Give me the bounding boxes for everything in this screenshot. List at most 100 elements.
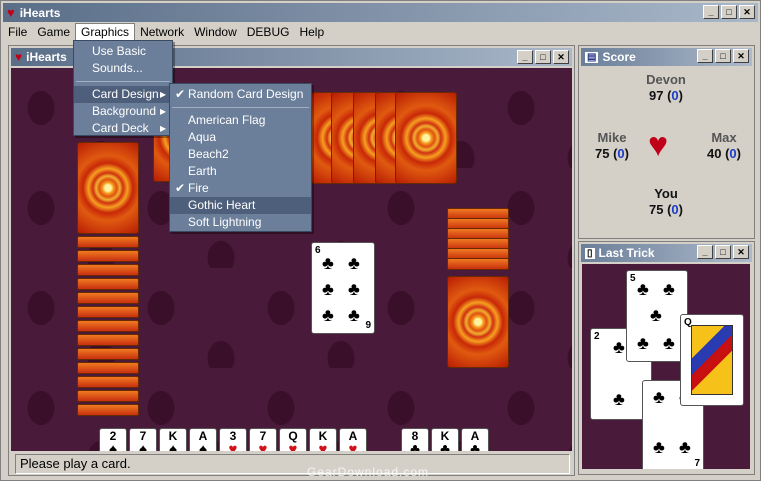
club-icon: ♣: [613, 337, 625, 357]
player-score-max: 40 (0): [707, 146, 741, 161]
score-title-bar: ▤ Score _ □ ✕: [581, 48, 752, 66]
club-icon: ♣: [653, 387, 665, 407]
hand-card[interactable]: K ♥: [309, 428, 337, 451]
score-close-button[interactable]: ✕: [733, 49, 749, 63]
trick-card: 5 ♣ ♣ ♣ ♣ ♣: [626, 270, 688, 362]
hand-card[interactable]: K ♣: [431, 428, 459, 451]
menu-item-soft-lightning[interactable]: Soft Lightning: [170, 214, 311, 231]
north-card-back: [395, 92, 457, 184]
spade-icon: ♠: [139, 441, 147, 451]
hand-card[interactable]: A ♣: [461, 428, 489, 451]
player-name-max: Max: [711, 130, 737, 145]
menu-separator: [172, 107, 309, 108]
close-button[interactable]: ✕: [739, 5, 755, 19]
player-name-mike: Mike: [597, 130, 627, 145]
hand-card[interactable]: A ♠: [189, 428, 217, 451]
card-icon: ▯: [585, 247, 595, 259]
checkmark-icon: ✔: [175, 87, 186, 101]
west-card-back: [77, 142, 139, 234]
menu-item-beach2[interactable]: Beach2: [170, 146, 311, 163]
score-maximize-button[interactable]: □: [715, 49, 731, 63]
card-design-submenu: ✔ Random Card Design American Flag Aqua B…: [169, 83, 312, 232]
menu-file[interactable]: File: [3, 23, 32, 41]
menu-window[interactable]: Window: [189, 23, 242, 41]
spade-icon: ♠: [109, 441, 117, 451]
chevron-right-icon: ▸: [159, 104, 166, 118]
minimize-button[interactable]: _: [703, 5, 719, 19]
east-card-edge: [447, 258, 509, 270]
hand-card[interactable]: K ♠: [159, 428, 187, 451]
club-icon: ♣: [322, 279, 334, 299]
menu-item-aqua[interactable]: Aqua: [170, 129, 311, 146]
west-card-edge: [77, 236, 139, 248]
menu-network[interactable]: Network: [135, 23, 189, 41]
heart-icon: ♥: [288, 441, 298, 451]
chevron-right-icon: ▸: [159, 87, 166, 101]
menu-item-sounds[interactable]: Sounds...: [74, 60, 172, 77]
club-icon: ♣: [410, 441, 420, 451]
club-icon: ♣: [679, 437, 691, 457]
menu-item-card-deck[interactable]: Card Deck ▸: [74, 120, 172, 137]
menu-debug[interactable]: DEBUG: [242, 23, 295, 41]
menu-item-background[interactable]: Background ▸: [74, 103, 172, 120]
hand-card[interactable]: 3 ♥: [219, 428, 247, 451]
player-score-devon: 97 (0): [649, 88, 683, 103]
player-name-you: You: [654, 186, 678, 201]
menu-item-use-basic[interactable]: Use Basic: [74, 43, 172, 60]
hand-card[interactable]: 2 ♠: [99, 428, 127, 451]
menu-bar: File Game Graphics Network Window DEBUG …: [3, 23, 758, 41]
player-score-you: 75 (0): [649, 202, 683, 217]
game-minimize-button[interactable]: _: [517, 50, 533, 64]
card-corner: 9: [365, 320, 371, 331]
menu-help[interactable]: Help: [294, 23, 329, 41]
west-card-edge: [77, 376, 139, 388]
hand-card[interactable]: 7 ♥: [249, 428, 277, 451]
chevron-right-icon: ▸: [159, 121, 166, 135]
club-icon: ♣: [653, 437, 665, 457]
club-icon: ♣: [348, 253, 360, 273]
west-card-edge: [77, 362, 139, 374]
west-card-edge: [77, 306, 139, 318]
heart-icon: ♥: [348, 441, 358, 451]
played-card: 6 ♣ ♣ ♣ ♣ ♣ ♣ 9: [311, 242, 375, 334]
menu-item-gothic-heart[interactable]: Gothic Heart: [170, 197, 311, 214]
west-card-edge: [77, 390, 139, 402]
club-icon: ♣: [322, 305, 334, 325]
game-window-title: iHearts: [26, 50, 67, 64]
menu-item-fire[interactable]: ✔ Fire: [170, 180, 311, 197]
trick-minimize-button[interactable]: _: [697, 245, 713, 259]
club-icon: ♣: [663, 279, 675, 299]
score-minimize-button[interactable]: _: [697, 49, 713, 63]
title-bar: ♥ iHearts _ □ ✕: [3, 3, 758, 22]
menu-item-card-design[interactable]: Card Design ▸: [74, 86, 172, 103]
menu-item-american-flag[interactable]: American Flag: [170, 112, 311, 129]
trick-card: Q: [680, 314, 744, 406]
checkmark-icon: ✔: [175, 181, 186, 195]
west-card-edge: [77, 264, 139, 276]
hand-card[interactable]: 8 ♣: [401, 428, 429, 451]
west-card-edge: [77, 404, 139, 416]
club-icon: ♣: [650, 305, 662, 325]
menu-item-random-card-design[interactable]: ✔ Random Card Design: [170, 86, 311, 103]
hand-card[interactable]: Q ♥: [279, 428, 307, 451]
trick-maximize-button[interactable]: □: [715, 245, 731, 259]
hand-card[interactable]: A ♥: [339, 428, 367, 451]
game-close-button[interactable]: ✕: [553, 50, 569, 64]
menu-game[interactable]: Game: [32, 23, 75, 41]
club-icon: ♣: [322, 253, 334, 273]
app-title: iHearts: [19, 5, 61, 20]
hand-card[interactable]: 7 ♠: [129, 428, 157, 451]
score-title: Score: [602, 50, 636, 64]
menu-item-earth[interactable]: Earth: [170, 163, 311, 180]
score-panel: Devon 97 (0) Mike 75 (0) Max 40 (0) ♥ Yo…: [582, 68, 750, 236]
club-icon: ♣: [440, 441, 450, 451]
maximize-button[interactable]: □: [721, 5, 737, 19]
game-maximize-button[interactable]: □: [535, 50, 551, 64]
west-card-edge: [77, 334, 139, 346]
heart-icon: ♥: [258, 441, 268, 451]
club-icon: ♣: [348, 305, 360, 325]
menu-graphics[interactable]: Graphics: [75, 23, 136, 41]
club-icon: ♣: [637, 279, 649, 299]
last-trick-title-bar: ▯ Last Trick _ □ ✕: [581, 244, 752, 262]
trick-close-button[interactable]: ✕: [733, 245, 749, 259]
